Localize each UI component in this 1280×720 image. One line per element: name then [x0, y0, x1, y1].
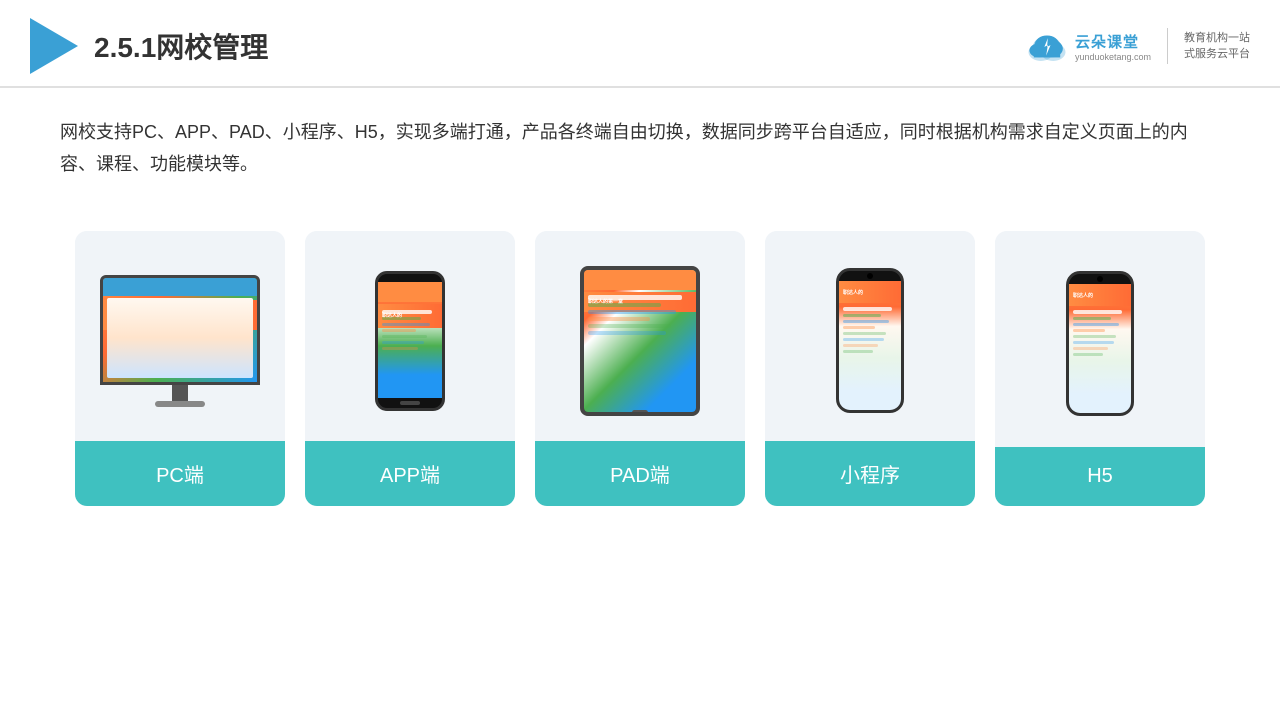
phone-screen: 职达人的 — [378, 282, 442, 398]
miniprogram-phone: 职达人的 — [836, 268, 904, 413]
card-miniprogram: 职达人的 小程序 — [765, 231, 975, 506]
phone-top — [839, 271, 901, 281]
app-phone-device: 职达人的 — [375, 271, 445, 411]
card-h5-label: H5 — [995, 447, 1205, 506]
logo-text: 云朵课堂 yunduoketang.com — [1075, 31, 1151, 62]
cloud-svg-icon — [1025, 29, 1069, 63]
card-pc-image: 职达人的 — [75, 231, 285, 441]
header: 2.5.1网校管理 云朵课堂 yunduoketang.com 教育机构 — [0, 0, 1280, 88]
screen-lines-2 — [382, 310, 438, 353]
card-h5: 职达人的 H5 — [995, 231, 1205, 506]
card-miniprogram-label: 小程序 — [765, 441, 975, 506]
header-divider — [1167, 28, 1168, 64]
logo-main: 云朵课堂 — [1075, 31, 1139, 52]
monitor-screen: 职达人的 — [103, 278, 257, 382]
screen-lines-3 — [588, 295, 692, 338]
monitor-body: 职达人的 — [100, 275, 260, 385]
phone-home — [400, 401, 420, 405]
slogan: 教育机构一站 式服务云平台 — [1184, 30, 1250, 63]
cards-container: 职达人的 PC端 — [0, 201, 1280, 536]
screen-lines-5 — [1073, 310, 1127, 359]
screen-lines-4 — [843, 307, 897, 356]
banner-text-4: 职达人的 — [843, 289, 863, 296]
card-app-label: APP端 — [305, 441, 515, 506]
description-text: 网校支持PC、APP、PAD、小程序、H5，实现多端打通，产品各终端自由切换，数… — [0, 88, 1280, 191]
banner-text: 职达人的 — [107, 311, 127, 318]
punch-hole — [867, 273, 873, 279]
card-app: 职达人的 APP端 — [305, 231, 515, 506]
card-pad-label: PAD端 — [535, 441, 745, 506]
card-app-image: 职达人的 — [305, 231, 515, 441]
cloud-logo: 云朵课堂 yunduoketang.com — [1025, 29, 1151, 63]
card-pc: 职达人的 PC端 — [75, 231, 285, 506]
h5-screen: 职达人的 — [1069, 284, 1131, 413]
card-miniprogram-image: 职达人的 — [765, 231, 975, 441]
banner-text-5: 职达人的 — [1073, 292, 1093, 299]
screen-banner: 职达人的 — [103, 300, 257, 330]
card-pad-image: 职达人的第一堂 — [535, 231, 745, 441]
header-left: 2.5.1网校管理 — [30, 18, 268, 74]
screen-banner-4: 职达人的 — [839, 281, 901, 303]
h5-phone: 职达人的 — [1066, 271, 1134, 416]
card-pad: 职达人的第一堂 PAD端 — [535, 231, 745, 506]
h5-phone-top — [1069, 274, 1131, 284]
tablet-device: 职达人的第一堂 — [580, 266, 700, 416]
screen-banner-5: 职达人的 — [1069, 284, 1131, 306]
monitor-neck — [172, 385, 188, 401]
h5-punch-hole — [1097, 276, 1103, 282]
logo-url: yunduoketang.com — [1075, 52, 1151, 62]
tablet-screen: 职达人的第一堂 — [584, 270, 696, 412]
monitor-stand — [155, 401, 205, 407]
phone-notch — [398, 274, 422, 282]
tablet-button — [632, 410, 648, 415]
pc-device: 职达人的 — [95, 275, 265, 407]
card-pc-label: PC端 — [75, 441, 285, 506]
play-icon — [30, 18, 78, 74]
screen-lines — [107, 333, 253, 363]
miniprogram-screen: 职达人的 — [839, 281, 901, 410]
header-right: 云朵课堂 yunduoketang.com 教育机构一站 式服务云平台 — [1025, 28, 1250, 64]
page-title: 2.5.1网校管理 — [94, 26, 268, 66]
card-h5-image: 职达人的 — [995, 231, 1205, 447]
